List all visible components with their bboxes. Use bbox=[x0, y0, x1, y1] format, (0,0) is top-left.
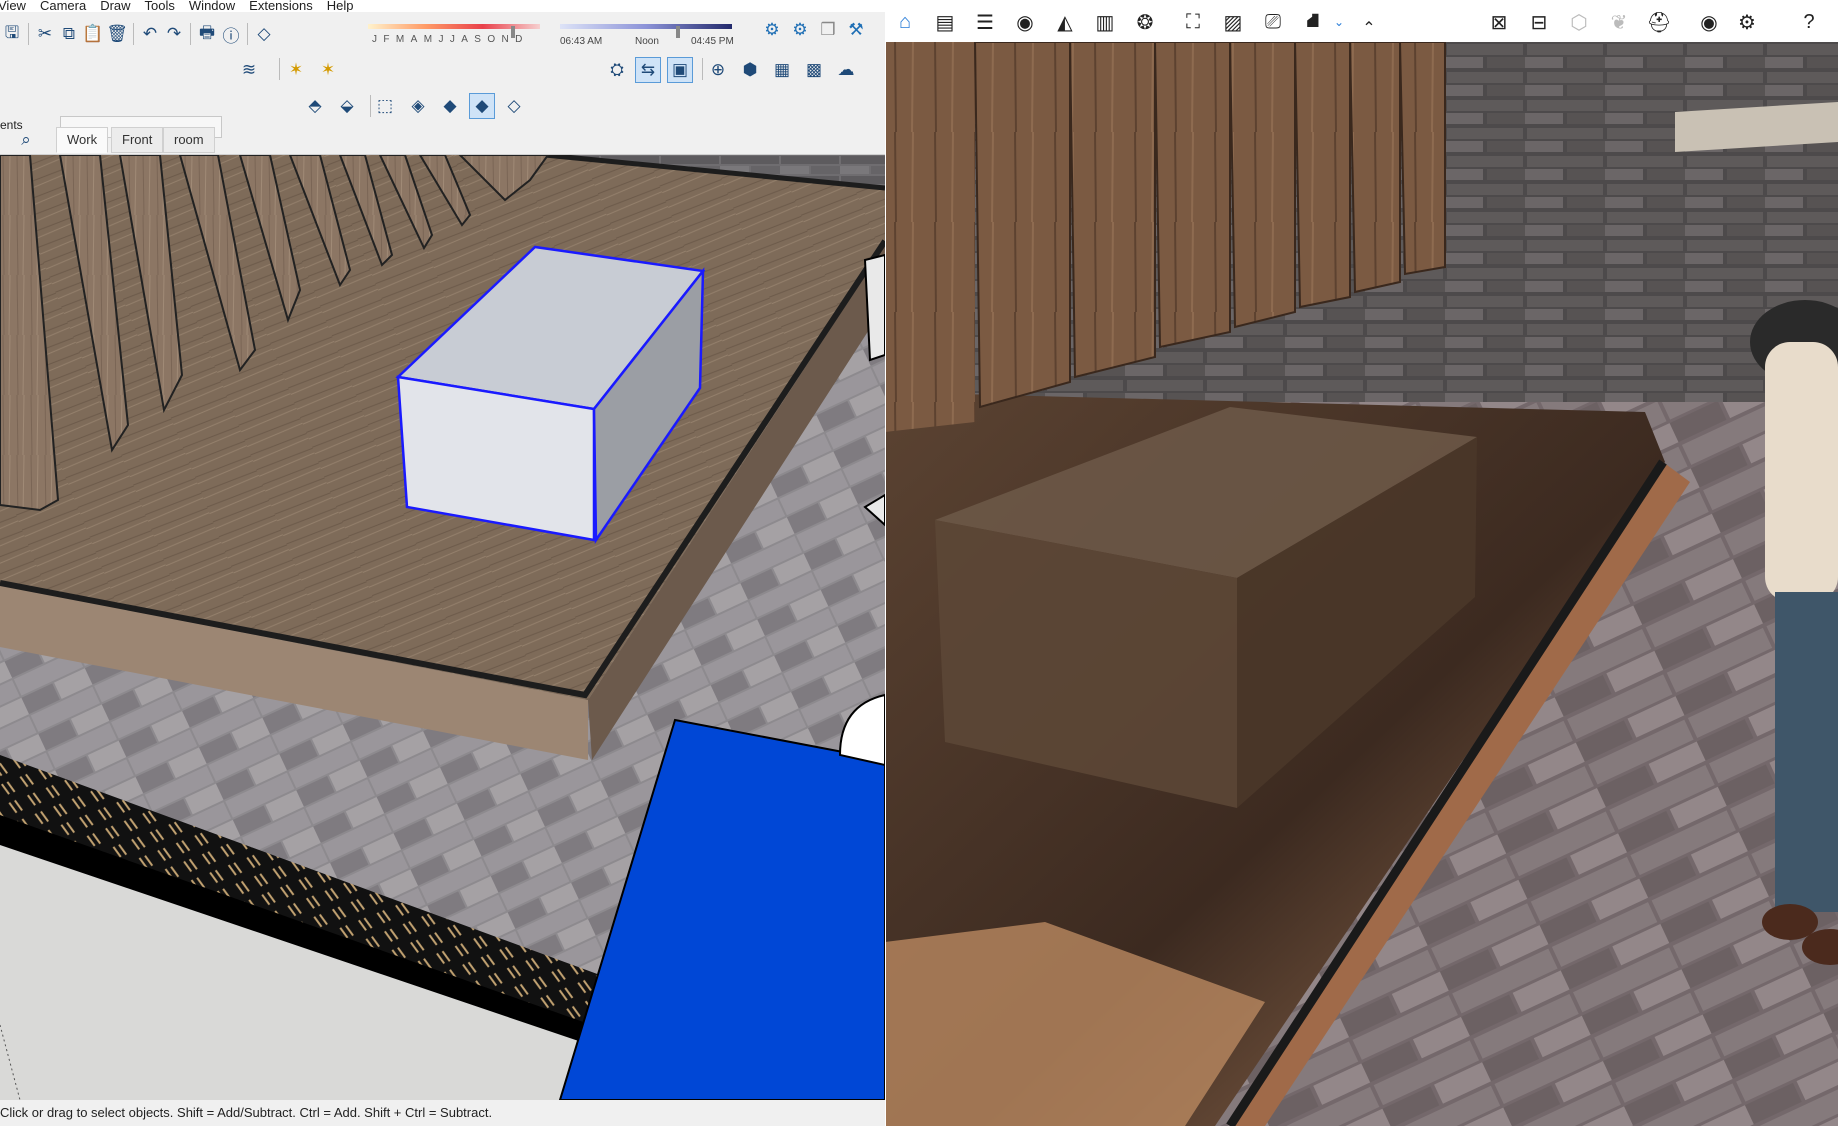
eraser-icon[interactable]: ◇ bbox=[252, 22, 276, 46]
chevron-down-icon[interactable]: ⌄ bbox=[1325, 8, 1353, 36]
menu-bar: View Camera Draw Tools Window Extensions Help bbox=[0, 0, 885, 12]
enscape-settings-icon[interactable]: ⚒ bbox=[844, 18, 868, 42]
shadow-settings: JFMAMJJASOND 06:43 AM Noon 04:45 PM bbox=[368, 18, 738, 52]
enscape-toolbar-left: ⚙ ⚙ ❒ ⚒ bbox=[760, 18, 868, 42]
shaded-textures-icon[interactable]: ◆ bbox=[469, 93, 495, 119]
enscape-toolbar: ⌂ ▤ ☰ ◉ ◭ ▥ ❂ ⛶ ▨ ⎚ ⛘ ⌄ ⌃ ⊠ ⊟ ⬡ ❦ ⛑ ◉ ⚙ … bbox=[885, 0, 1838, 42]
menu-view[interactable]: View bbox=[0, 0, 26, 12]
menu-camera[interactable]: Camera bbox=[40, 0, 86, 12]
status-bar: Click or drag to select objects. Shift =… bbox=[0, 1100, 885, 1126]
monochrome-icon[interactable]: ◇ bbox=[502, 94, 526, 118]
sunrise-label: 06:43 AM bbox=[560, 36, 603, 47]
separator bbox=[133, 23, 134, 45]
leaf-icon[interactable]: ❦ bbox=[1605, 8, 1633, 36]
library-icon[interactable]: ▦ bbox=[770, 58, 794, 82]
atmosphere-icon[interactable]: ◭ bbox=[1051, 8, 1079, 36]
image-export-icon[interactable]: ▨ bbox=[1219, 8, 1247, 36]
magic-wand-s-icon[interactable]: ✶ bbox=[316, 58, 340, 82]
enscape-window: ⌂ ▤ ☰ ◉ ◭ ▥ ❂ ⛶ ▨ ⎚ ⛘ ⌄ ⌃ ⊠ ⊟ ⬡ ❦ ⛑ ◉ ⚙ … bbox=[885, 0, 1838, 1126]
model-info-icon[interactable]: ⓘ bbox=[219, 22, 243, 46]
separator bbox=[370, 95, 371, 117]
vr-icon[interactable]: ⛑ bbox=[1645, 8, 1673, 36]
asset-icon[interactable]: ⬢ bbox=[738, 58, 762, 82]
checker-icon[interactable]: ▩ bbox=[802, 58, 826, 82]
views-icon[interactable]: ▤ bbox=[931, 8, 959, 36]
back-edges-icon[interactable]: ⬙ bbox=[335, 94, 359, 118]
panorama-icon[interactable]: ⊟ bbox=[1525, 8, 1553, 36]
paste-icon[interactable]: 📋 bbox=[81, 22, 105, 46]
sync-views-icon[interactable]: ⇆ bbox=[635, 57, 661, 83]
chevron-up-icon[interactable]: ⌃ bbox=[1355, 14, 1383, 42]
render-settings-icon[interactable]: ⛭ bbox=[605, 58, 629, 82]
scene-tabs: ⌕ Work Front room bbox=[0, 125, 885, 155]
separator bbox=[190, 23, 191, 45]
tab-work[interactable]: Work bbox=[56, 127, 109, 153]
erase-icon[interactable]: 🗑 bbox=[105, 22, 129, 46]
xray-icon[interactable]: ⬘ bbox=[303, 94, 327, 118]
separator bbox=[702, 58, 703, 80]
render-icon[interactable]: ⎚ bbox=[1259, 8, 1287, 36]
materials-icon[interactable]: ▥ bbox=[1091, 8, 1119, 36]
bim-icon[interactable]: ☰ bbox=[971, 8, 999, 36]
month-slider[interactable] bbox=[368, 24, 540, 38]
layers-toolbar: ents ≋ ✶ ✶ ⛭ ⇆ ▣ ⊕ ⬢ ▦ ▩ ☁ bbox=[0, 56, 885, 138]
render-canvas[interactable] bbox=[885, 41, 1838, 1126]
enscape-render-view[interactable] bbox=[885, 41, 1838, 1126]
views-toolbar: ⬘ ⬙ ⬚ ◈ ◆ ◆ ◇ bbox=[0, 90, 885, 122]
cube-icon[interactable]: ⬡ bbox=[1565, 8, 1593, 36]
save-icon[interactable]: 🖫 bbox=[0, 22, 24, 46]
month-labels: JFMAMJJASOND bbox=[372, 34, 529, 45]
menu-tools[interactable]: Tools bbox=[145, 0, 175, 12]
redo-icon[interactable]: ↷ bbox=[162, 22, 186, 46]
separator bbox=[247, 23, 248, 45]
noon-label: Noon bbox=[635, 36, 659, 47]
visual-settings-icon[interactable]: ◉ bbox=[1011, 8, 1039, 36]
view-capture-icon[interactable]: ▣ bbox=[667, 57, 693, 83]
sunset-label: 04:45 PM bbox=[691, 36, 734, 47]
screenshot-icon[interactable]: ⛶ bbox=[1179, 8, 1207, 36]
sketchup-window: View Camera Draw Tools Window Extensions Help … bbox=[0, 0, 885, 1126]
video-icon[interactable]: ⛘ bbox=[1299, 8, 1327, 36]
magic-wand-icon[interactable]: ✶ bbox=[284, 58, 308, 82]
search-icon[interactable]: ⌕ bbox=[14, 128, 38, 152]
wireframe-icon[interactable]: ⬚ bbox=[373, 94, 397, 118]
time-slider[interactable] bbox=[560, 24, 732, 38]
enscape-start-icon[interactable]: ⚙ bbox=[760, 18, 784, 42]
menu-draw[interactable]: Draw bbox=[100, 0, 130, 12]
separator bbox=[28, 23, 29, 45]
map-icon[interactable]: ⊠ bbox=[1485, 8, 1513, 36]
hidden-line-icon[interactable]: ◈ bbox=[406, 94, 430, 118]
separator bbox=[279, 58, 280, 80]
tab-room[interactable]: room bbox=[163, 127, 215, 153]
shaded-icon[interactable]: ◆ bbox=[438, 94, 462, 118]
layer-manager-icon[interactable]: ≋ bbox=[237, 58, 261, 82]
copy-icon[interactable]: ⧉ bbox=[57, 22, 81, 46]
gear-icon[interactable]: ⚙ bbox=[1733, 8, 1761, 36]
add-icon[interactable]: ⊕ bbox=[706, 58, 730, 82]
menu-help[interactable]: Help bbox=[327, 0, 354, 12]
home-icon[interactable]: ⌂ bbox=[891, 8, 919, 36]
time-slider-thumb[interactable] bbox=[676, 26, 680, 38]
tab-front[interactable]: Front bbox=[111, 127, 164, 153]
asset-library-icon[interactable]: ❂ bbox=[1131, 8, 1159, 36]
cut-icon[interactable]: ✂ bbox=[33, 22, 57, 46]
upload-icon[interactable]: ☁ bbox=[834, 58, 858, 82]
enscape-sync-views-icon[interactable]: ❒ bbox=[816, 18, 840, 42]
viewport-canvas[interactable] bbox=[0, 152, 885, 1101]
window-divider bbox=[885, 0, 886, 1126]
menu-window[interactable]: Window bbox=[189, 0, 235, 12]
print-icon[interactable]: 🖶 bbox=[195, 22, 219, 46]
eye-icon[interactable]: ◉ bbox=[1695, 8, 1723, 36]
undo-icon[interactable]: ↶ bbox=[138, 22, 162, 46]
model-viewport[interactable] bbox=[0, 152, 885, 1101]
enscape-live-updates-icon[interactable]: ⚙ bbox=[788, 18, 812, 42]
help-icon[interactable]: ? bbox=[1795, 8, 1823, 36]
menu-extensions[interactable]: Extensions bbox=[249, 0, 313, 12]
